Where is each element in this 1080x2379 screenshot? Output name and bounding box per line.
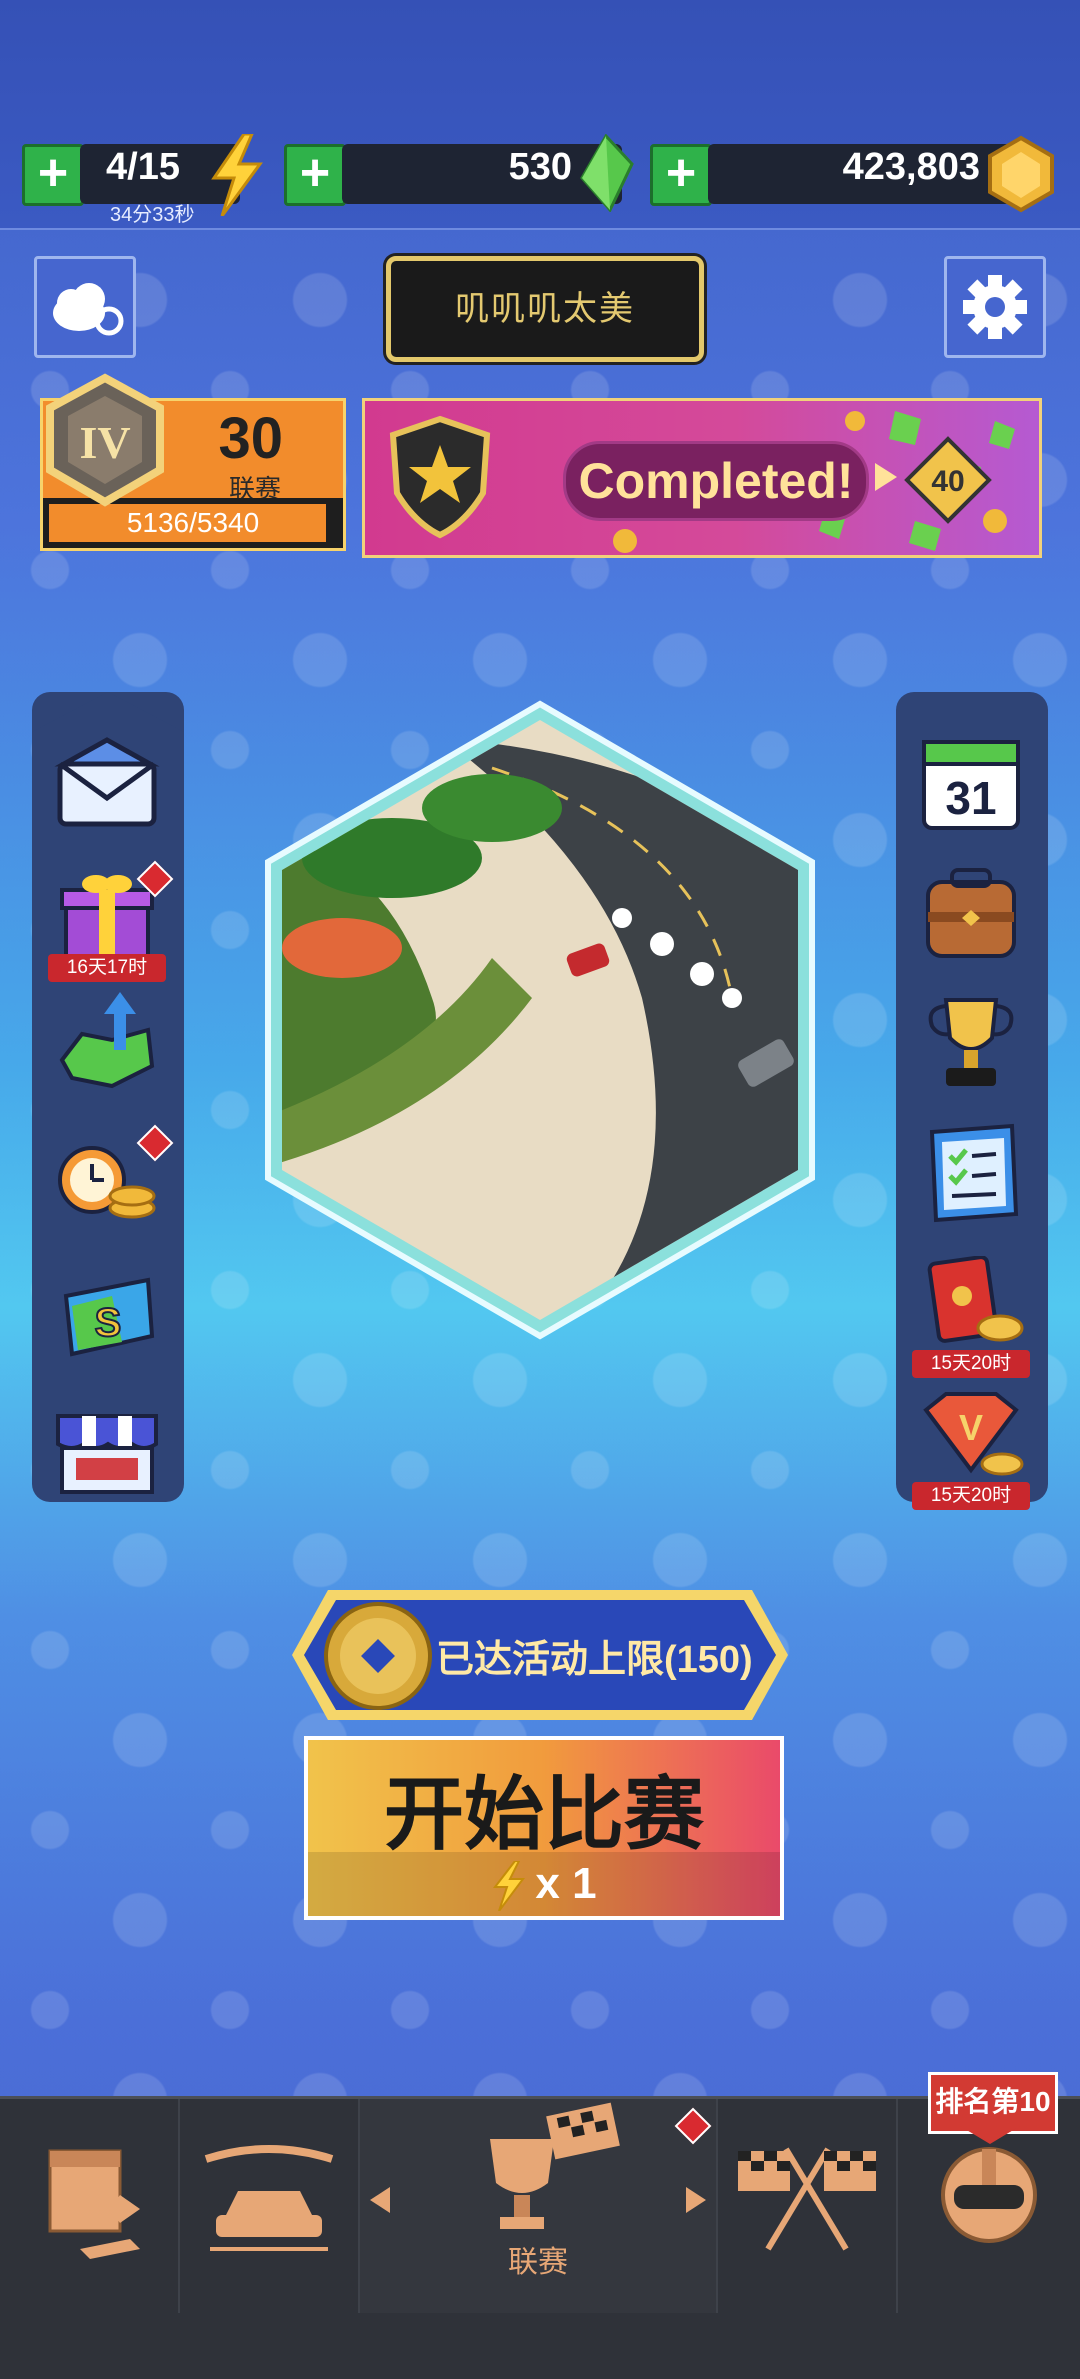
- calendar-icon: 31: [922, 740, 1020, 830]
- league-tab-badge: [674, 2107, 712, 2145]
- checklist-icon: [929, 1123, 1019, 1223]
- gem-upgrade-icon: [59, 992, 155, 1089]
- add-gems-button[interactable]: +: [284, 144, 346, 206]
- crates-tab[interactable]: [0, 2099, 180, 2313]
- league-level: 30: [218, 406, 283, 471]
- league-tab[interactable]: 联赛: [360, 2099, 718, 2313]
- track-preview[interactable]: [262, 698, 818, 1342]
- backpack-icon: [926, 868, 1016, 958]
- garage-car-icon: [204, 2145, 334, 2251]
- add-energy-button[interactable]: +: [22, 144, 84, 206]
- red-envelope-button[interactable]: [916, 1255, 1026, 1356]
- league-rank-roman: IV: [79, 417, 130, 468]
- gem-upgrade-button[interactable]: [52, 990, 162, 1090]
- start-race-cost-value: x 1: [535, 1859, 597, 1908]
- cloud-sync-icon: [53, 283, 124, 336]
- lightning-cost-icon: [493, 1860, 526, 1912]
- settings-button[interactable]: [944, 256, 1046, 358]
- trophy-button[interactable]: [916, 990, 1026, 1090]
- gems-value: 530: [508, 146, 572, 188]
- lightning-icon: [211, 134, 263, 216]
- mail-icon: [54, 737, 160, 827]
- shop-icon: [56, 1414, 158, 1494]
- rank-badge-tail: [960, 2126, 1020, 2144]
- event-limit-banner: 已达活动上限(150): [288, 1584, 792, 1726]
- s-card-button[interactable]: S: [52, 1266, 162, 1366]
- shop-button[interactable]: [52, 1396, 162, 1496]
- red-envelope-icon: [927, 1255, 1024, 1343]
- race-flags-tab[interactable]: [718, 2099, 898, 2313]
- svg-text:S: S: [95, 1301, 122, 1345]
- checklist-button[interactable]: [916, 1122, 1026, 1223]
- event-coin-icon: [324, 1602, 432, 1710]
- garage-tab[interactable]: [180, 2099, 360, 2313]
- event-banner[interactable]: Completed! 40: [362, 398, 1042, 558]
- league-tab-label: 联赛: [508, 2246, 568, 2279]
- rank-badge: 排名第10: [928, 2072, 1058, 2134]
- arrow-right-icon: [875, 463, 897, 491]
- completed-pill: Completed!: [563, 441, 869, 521]
- event-limit-text: 已达活动上限(150): [436, 1639, 753, 1681]
- gift-timer: 16天17时: [48, 954, 166, 982]
- calendar-button[interactable]: 31: [916, 728, 1026, 830]
- red-envelope-timer: 15天20时: [912, 1350, 1030, 1378]
- start-race-cost: x 1: [308, 1852, 780, 1916]
- player-name: 叽叽叽太美: [455, 290, 635, 328]
- chevron-right-icon: [686, 2187, 706, 2213]
- league-rank-emblem-icon: IV: [46, 373, 164, 507]
- coins-value: 423,803: [842, 146, 980, 188]
- start-race-button[interactable]: 开始比赛 x 1: [304, 1736, 784, 1920]
- coin-icon: [988, 135, 1054, 213]
- reward-gem-icon: 40: [904, 436, 992, 524]
- resource-bar: + 4/15 34分33秒 + 530 + 423,803: [0, 0, 1080, 230]
- league-trophy-flag-icon: [490, 2102, 620, 2229]
- v-gem-icon: V: [923, 1392, 1024, 1476]
- backpack-button[interactable]: [916, 862, 1026, 962]
- gem-icon: [580, 134, 634, 212]
- energy-timer: 34分33秒: [110, 204, 195, 226]
- v-gem-timer: 15天20时: [912, 1482, 1030, 1510]
- completed-text: Completed!: [578, 453, 854, 509]
- cloud-sync-button[interactable]: [34, 256, 136, 358]
- add-coins-button[interactable]: +: [650, 144, 712, 206]
- energy-value: 4/15: [106, 146, 180, 188]
- mail-button[interactable]: [52, 734, 162, 834]
- player-name-plate[interactable]: 叽叽叽太美: [386, 256, 704, 362]
- v-gem-button[interactable]: V: [916, 1388, 1026, 1488]
- s-card-icon: S: [63, 1277, 155, 1357]
- crates-icon: [48, 2149, 140, 2259]
- trophy-icon: [928, 998, 1014, 1086]
- reward-value: 40: [931, 465, 964, 498]
- bottom-nav: 联赛: [0, 2096, 1080, 2379]
- svg-text:V: V: [959, 1407, 983, 1448]
- chevron-left-icon: [370, 2187, 390, 2213]
- start-race-label: 开始比赛: [384, 1770, 704, 1859]
- crossed-flags-icon: [738, 2147, 876, 2251]
- left-menu-top-cap: [32, 692, 184, 732]
- gear-icon: [963, 275, 1027, 339]
- calendar-day: 31: [945, 772, 996, 824]
